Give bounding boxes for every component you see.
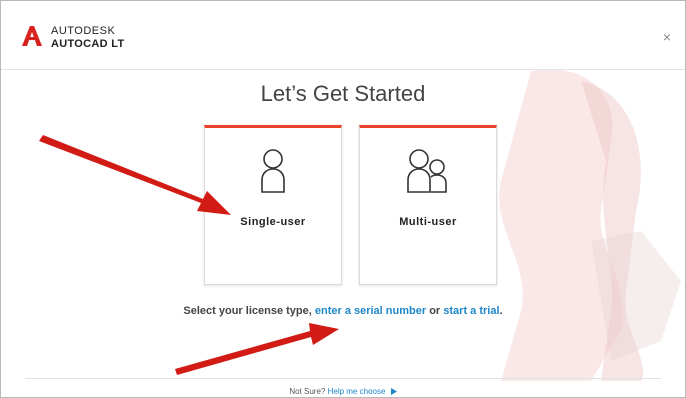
multi-user-card[interactable]: Multi-user [359,125,497,285]
annotation-arrow-serial-link [175,323,339,375]
license-prompt: Select your license type, enter a serial… [1,305,685,317]
close-button[interactable]: × [663,29,671,45]
single-user-label: Single-user [240,216,306,228]
serial-number-link[interactable]: enter a serial number [315,305,426,317]
autocad-logo-icon [22,26,42,46]
page-title: Let’s Get Started [260,81,426,106]
play-arrow-icon [390,388,397,396]
multi-user-label: Multi-user [399,216,457,228]
footer-text: Not Sure? [289,387,328,396]
license-dialog: AUTODESK AUTOCAD LT × Let’s Get Started … [0,0,686,398]
brand-product: AUTOCAD LT [51,38,125,50]
footer: Not Sure? Help me choose [1,387,685,396]
multi-user-icon [360,148,496,199]
help-me-choose-link[interactable]: Help me choose [328,387,386,396]
prompt-end: . [499,305,503,317]
single-user-icon [205,148,341,199]
single-user-card[interactable]: Single-user [204,125,342,285]
footer-divider [25,378,661,379]
brand-company: AUTODESK [51,25,116,37]
start-trial-link[interactable]: start a trial [443,305,499,317]
prompt-or: or [426,305,444,317]
prompt-text: Select your license type, [183,305,315,317]
dialog-header: AUTODESK AUTOCAD LT × [1,1,685,70]
